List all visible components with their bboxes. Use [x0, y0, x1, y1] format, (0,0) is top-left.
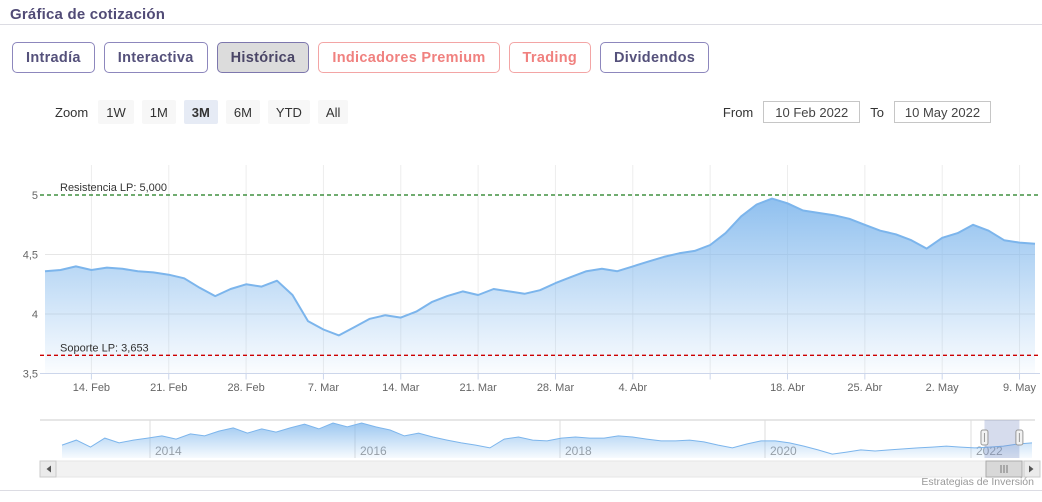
stock-price-chart: 5 4,5 4 3,5 14. Feb 21. Feb 28. Feb 7. Mar 14. M… [0, 0, 1042, 502]
resistance-label: Resistencia LP: 5,000 [60, 182, 167, 194]
scrollbar-track[interactable] [40, 461, 1040, 477]
y-axis-label: 4 [32, 309, 38, 321]
x-axis-label: 2. May [926, 382, 960, 394]
navigator-selected-range[interactable] [984, 420, 1019, 458]
price-area-fill [45, 199, 1035, 374]
x-axis-label: 4. Abr [618, 382, 647, 394]
x-axis-label: 18. Abr [770, 382, 805, 394]
support-label: Soporte LP: 3,653 [60, 342, 149, 354]
x-axis-label: 28. Mar [537, 382, 575, 394]
x-axis-label: 9. May [1003, 382, 1037, 394]
main-chart: 5 4,5 4 3,5 14. Feb 21. Feb 28. Feb 7. Mar 14. M… [23, 165, 1040, 394]
y-axis-label: 3,5 [23, 369, 38, 381]
x-axis-label: 28. Feb [227, 382, 264, 394]
quote-chart-panel: Gráfica de cotización IntradíaInteractiv… [0, 0, 1042, 502]
y-axis-label: 5 [32, 190, 38, 202]
chart-credits: Estrategias de Inversión [921, 476, 1034, 488]
x-axis-label: 7. Mar [308, 382, 340, 394]
navigator: 20142016201820202022 [40, 420, 1035, 458]
y-axis-label: 4,5 [23, 250, 38, 262]
x-axis-label: 21. Feb [150, 382, 187, 394]
scrollbar [40, 461, 1040, 477]
x-axis-label: 25. Abr [847, 382, 882, 394]
x-axis-label: 21. Mar [459, 382, 497, 394]
x-axis-label: 14. Mar [382, 382, 420, 394]
x-axis-label: 14. Feb [73, 382, 110, 394]
